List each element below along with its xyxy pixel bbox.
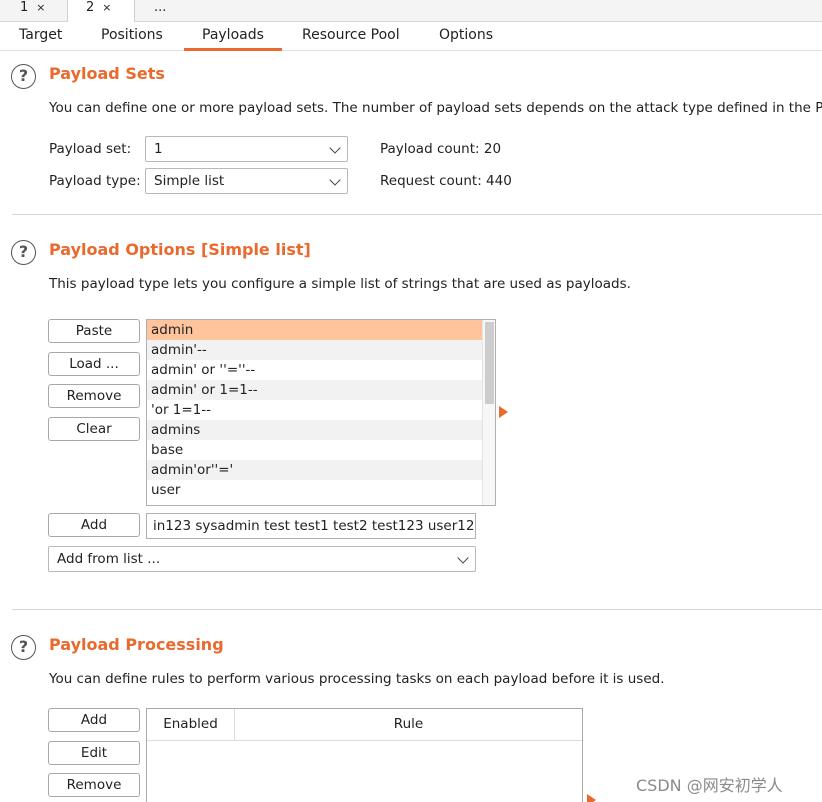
processing-rules-table[interactable]: Enabled Rule [146,708,583,802]
list-item[interactable]: admin'or''=' [147,460,482,480]
section-divider [12,609,822,610]
chevron-down-icon [329,174,341,186]
column-header-enabled[interactable]: Enabled [147,709,235,741]
add-from-list-select[interactable]: Add from list ... [48,546,476,572]
payload-sets-title: Payload Sets [49,64,165,83]
load-button[interactable]: Load ... [48,352,140,376]
tab-payloads[interactable]: Payloads [184,22,282,51]
list-scrollbar[interactable] [482,320,495,505]
chevron-down-icon [457,552,469,564]
add-from-list-label: Add from list ... [57,551,161,567]
window-tab-label: 2 [86,0,95,15]
window-tab-label: 1 [20,0,29,15]
list-item[interactable]: 'or 1=1-- [147,400,482,420]
chevron-down-icon [329,142,341,154]
payload-list[interactable]: admin admin'-- admin' or ''=''-- admin' … [146,319,496,506]
section-divider [12,214,822,215]
add-payload-button[interactable]: Add [48,513,140,537]
column-header-rule[interactable]: Rule [235,709,582,741]
tab-resource-pool[interactable]: Resource Pool [302,22,400,51]
window-tab-1[interactable]: 1 × [20,0,46,22]
edit-rule-button[interactable]: Edit [48,741,140,765]
request-count: Request count: 440 [380,173,512,189]
window-tab-bar: 1 × 2 × ... [0,0,822,23]
payload-sets-description: You can define one or more payload sets.… [49,100,822,116]
list-item[interactable]: admin'-- [147,340,482,360]
payload-set-select[interactable]: 1 [145,136,348,162]
watermark: CSDN @网安初学人 [636,776,783,795]
close-icon[interactable]: × [102,1,111,14]
payload-processing-description: You can define rules to perform various … [49,671,665,687]
scrollbar-thumb[interactable] [485,322,494,404]
payload-count: Payload count: 20 [380,141,502,157]
paste-button[interactable]: Paste [48,319,140,343]
payload-options-title: Payload Options [Simple list] [49,240,311,259]
payload-options-description: This payload type lets you configure a s… [49,276,631,292]
payload-type-select[interactable]: Simple list [145,168,348,194]
list-item[interactable]: admin [147,320,482,340]
payload-set-value: 1 [154,141,163,157]
list-item[interactable]: admin' or 1=1-- [147,380,482,400]
help-icon[interactable]: ? [11,64,36,89]
payload-type-value: Simple list [154,173,225,189]
expand-arrow-icon[interactable] [499,406,508,418]
payload-set-label: Payload set: [49,141,132,157]
window-tab-more[interactable]: ... [154,0,166,22]
payload-processing-title: Payload Processing [49,635,224,654]
payload-type-label: Payload type: [49,173,141,189]
tab-target[interactable]: Target [19,22,62,51]
tab-positions[interactable]: Positions [101,22,163,51]
help-icon[interactable]: ? [11,240,36,265]
add-payload-input[interactable]: in123 sysadmin test test1 test2 test123 … [146,513,476,539]
remove-rule-button[interactable]: Remove [48,773,140,797]
window-tab-2[interactable]: 2 × [67,0,135,23]
expand-arrow-icon[interactable] [587,794,596,802]
list-item[interactable]: user [147,480,482,500]
list-item[interactable]: base [147,440,482,460]
table-header: Enabled Rule [147,709,582,741]
clear-button[interactable]: Clear [48,417,140,441]
list-item[interactable]: admin' or ''=''-- [147,360,482,380]
sub-tab-bar: Target Positions Payloads Resource Pool … [0,22,822,51]
list-item[interactable]: admins [147,420,482,440]
tab-options[interactable]: Options [439,22,493,51]
remove-button[interactable]: Remove [48,384,140,408]
add-rule-button[interactable]: Add [48,708,140,732]
close-icon[interactable]: × [36,1,45,14]
help-icon[interactable]: ? [11,635,36,660]
